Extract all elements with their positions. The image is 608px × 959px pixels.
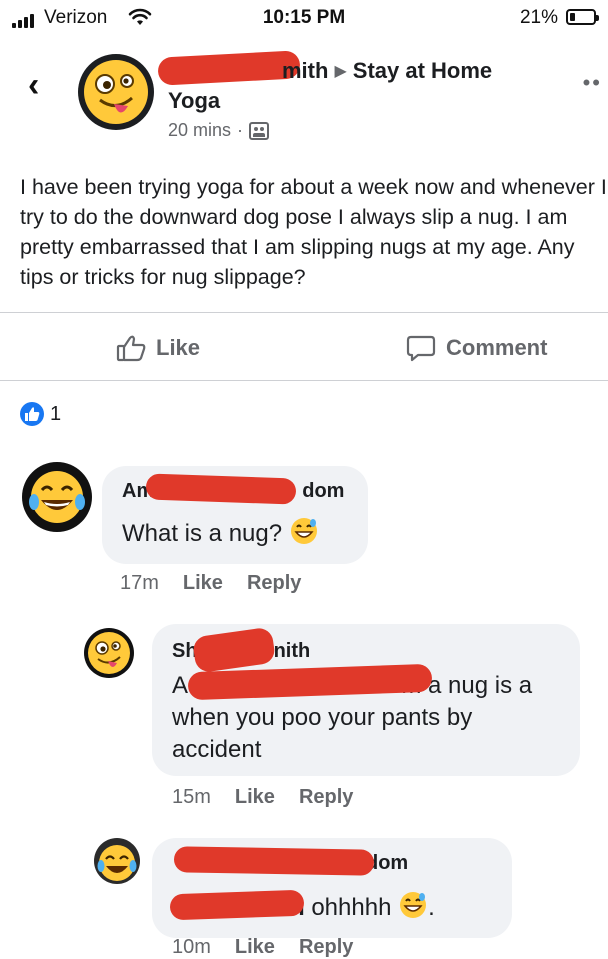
comment-bubble: dom th ohhhhh . [152, 838, 512, 938]
commenter-avatar[interactable] [84, 628, 134, 678]
like-label: Like [156, 335, 201, 360]
commenter-avatar[interactable] [22, 462, 92, 532]
comment-bubble: Shnith Aom a nug is a when you poo your … [152, 624, 580, 776]
redaction-mark [169, 889, 305, 921]
divider [0, 380, 608, 381]
author-name[interactable]: mith [282, 58, 328, 83]
divider [0, 312, 608, 313]
redaction-mark [173, 846, 375, 876]
meta-separator: · [237, 120, 244, 140]
like-button[interactable]: Like [116, 334, 200, 362]
comment-text-line: when you poo your pants by [172, 704, 473, 731]
comment-meta: 17m Like Reply [120, 572, 301, 595]
more-options-icon[interactable]: •• [583, 70, 602, 96]
comment-reply-button[interactable]: Reply [247, 572, 301, 595]
battery-percent: 21% [519, 7, 558, 28]
group-name-continued[interactable]: Yoga [168, 88, 220, 114]
post-header-line: mith ▶ Stay at Home [168, 58, 492, 84]
redaction-mark [145, 473, 297, 505]
post-meta: 20 mins · [168, 120, 270, 141]
battery-fill [570, 13, 575, 21]
comment-reply-button[interactable]: Reply [299, 786, 353, 809]
author-avatar[interactable] [78, 54, 154, 130]
comment-time: 15m [172, 786, 211, 808]
comment-bubble-icon [406, 335, 436, 362]
tears-of-joy-emoji [97, 845, 137, 881]
zany-face-emoji [84, 60, 148, 124]
group-name[interactable]: Stay at Home [353, 58, 492, 83]
comment-bubble: Am dom What is a nug? [102, 466, 368, 564]
post-time[interactable]: 20 mins [168, 120, 231, 141]
tears-of-joy-emoji [29, 471, 85, 523]
comment-like-button[interactable]: Like [235, 786, 275, 809]
commenter-avatar[interactable] [94, 838, 140, 884]
like-reaction-icon [20, 402, 44, 426]
comment-text: What is a nug? [122, 516, 319, 550]
status-bar: Verizon 10:15 PM 21% [0, 0, 608, 36]
zany-face-emoji [88, 632, 130, 674]
grinning-sweat-emoji [290, 518, 317, 544]
comment-meta: 15m Like Reply [172, 786, 353, 809]
redaction-mark [191, 626, 277, 674]
reaction-count: 1 [50, 402, 62, 425]
clock: 10:15 PM [262, 7, 346, 28]
post-body: I have been trying yoga for about a week… [20, 175, 607, 289]
grinning-sweat-emoji [400, 892, 427, 918]
comment-text-line: accident [172, 736, 262, 763]
comment-time: 17m [120, 572, 159, 594]
comment-like-button[interactable]: Like [183, 572, 223, 595]
arrow-right-icon: ▶ [334, 63, 347, 80]
back-chevron-icon[interactable]: ‹ [28, 68, 39, 102]
reactions-summary[interactable]: 1 [20, 402, 61, 426]
battery-icon [566, 9, 599, 25]
comment-button[interactable]: Comment [406, 334, 547, 362]
comment-label: Comment [446, 335, 548, 360]
group-audience-icon [249, 121, 270, 140]
thumbs-up-icon [116, 335, 146, 362]
